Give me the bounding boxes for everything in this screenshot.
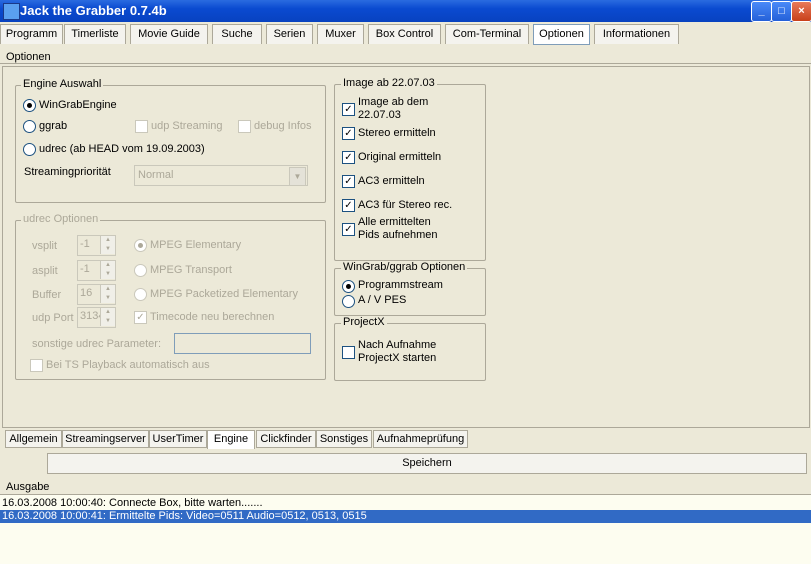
projectx-label: Nach Aufnahme ProjectX starten — [358, 339, 436, 365]
tab-programm[interactable]: Programm — [0, 24, 63, 44]
ts-playback-checkbox[interactable] — [30, 359, 43, 372]
programmstream-label: Programmstream — [358, 279, 443, 291]
asplit-spinner[interactable]: -1 ▲ ▼ — [77, 260, 116, 281]
projectx-checkbox[interactable] — [342, 346, 355, 359]
window-title: Jack the Grabber 0.7.4b — [20, 3, 167, 18]
projectx-group-title: ProjectX — [341, 316, 387, 328]
tab-box-control[interactable]: Box Control — [368, 24, 441, 44]
udrec-label: udrec (ab HEAD vom 19.09.2003) — [39, 143, 205, 155]
save-button[interactable]: Speichern — [47, 453, 807, 474]
image-label: Image ab dem 22.07.03 — [358, 96, 428, 122]
wingrab-radio[interactable] — [23, 99, 36, 112]
image-label-line2: 22.07.03 — [358, 109, 401, 121]
ggrab-radio[interactable] — [23, 120, 36, 133]
tab-muxer[interactable]: Muxer — [317, 24, 364, 44]
asplit-value: -1 — [80, 263, 90, 275]
app-icon[interactable] — [3, 3, 20, 20]
engine-group-title: Engine Auswahl — [21, 78, 104, 90]
vsplit-value: -1 — [80, 238, 90, 250]
ggrab-label: ggrab — [39, 120, 68, 132]
ac3-checkbox[interactable]: ✓ — [342, 175, 355, 188]
chevron-down-icon[interactable]: ▼ — [289, 167, 306, 186]
tab-usertimer[interactable]: UserTimer — [149, 430, 207, 448]
udrec-radio[interactable] — [23, 143, 36, 156]
all-pids-label: Alle ermittelten Pids aufnehmen — [358, 216, 438, 242]
other-params-label: sonstige udrec Parameter: — [32, 338, 162, 350]
timecode-checkbox[interactable]: ✓ — [134, 311, 147, 324]
all-pids-label-line2: Pids aufnehmen — [358, 229, 438, 241]
image-checkbox[interactable]: ✓ — [342, 103, 355, 116]
vsplit-spinner[interactable]: -1 ▲ ▼ — [77, 235, 116, 256]
mpeg-packetized-label: MPEG Packetized Elementary — [150, 288, 298, 300]
tab-serien[interactable]: Serien — [266, 24, 313, 44]
maximize-button[interactable]: □ — [771, 1, 792, 22]
ac3-stereo-label: AC3 für Stereo rec. — [358, 199, 453, 211]
mpeg-transport-label: MPEG Transport — [150, 264, 232, 276]
projectx-label-line1: Nach Aufnahme — [358, 339, 437, 351]
tab-engine[interactable]: Engine — [207, 430, 255, 449]
wingrab-group-title: WinGrab/ggrab Optionen — [341, 261, 468, 273]
buffer-spinner[interactable]: 16 ▲ ▼ — [77, 284, 116, 305]
mpeg-elementary-radio[interactable] — [134, 239, 147, 252]
log-row[interactable]: 16.03.2008 10:00:41: Ermittelte Pids: Vi… — [0, 510, 811, 523]
projectx-label-line2: ProjectX starten — [358, 352, 437, 364]
udrec-group-title: udrec Optionen — [21, 213, 101, 225]
avpes-radio[interactable] — [342, 295, 355, 308]
buffer-label: Buffer — [32, 289, 62, 301]
tab-allgemein[interactable]: Allgemein — [5, 430, 62, 448]
tab-com-terminal[interactable]: Com-Terminal — [445, 24, 529, 44]
all-pids-label-line1: Alle ermittelten — [358, 216, 431, 228]
tab-movie-guide[interactable]: Movie Guide — [130, 24, 208, 44]
tab-aufnahmepruefung[interactable]: Aufnahmeprüfung — [373, 430, 468, 448]
all-pids-checkbox[interactable]: ✓ — [342, 223, 355, 236]
other-params-input[interactable] — [174, 333, 311, 354]
tab-suche[interactable]: Suche — [212, 24, 262, 44]
close-button[interactable]: × — [791, 1, 811, 22]
tab-optionen[interactable]: Optionen — [533, 24, 590, 45]
debug-infos-checkbox[interactable] — [238, 120, 251, 133]
log-row[interactable]: 16.03.2008 10:00:40: Connecte Box, bitte… — [0, 497, 811, 510]
original-checkbox[interactable]: ✓ — [342, 151, 355, 164]
image-label-line1: Image ab dem — [358, 96, 429, 108]
tab-clickfinder[interactable]: Clickfinder — [256, 430, 316, 448]
udp-streaming-label: udp Streaming — [151, 120, 223, 132]
buffer-value: 16 — [80, 287, 93, 299]
ac3-stereo-checkbox[interactable]: ✓ — [342, 199, 355, 212]
udp-port-spinner[interactable]: 31341 ▲ ▼ — [77, 307, 116, 328]
timecode-label: Timecode neu berechnen — [150, 311, 275, 323]
priority-select[interactable]: Normal ▼ — [134, 165, 308, 186]
tab-timerliste[interactable]: Timerliste — [64, 24, 126, 44]
mpeg-elementary-label: MPEG Elementary — [150, 239, 242, 251]
ts-playback-label: Bei TS Playback automatisch aus — [46, 359, 210, 371]
divider — [0, 63, 811, 64]
avpes-label: A / V PES — [358, 294, 407, 306]
programmstream-radio[interactable] — [342, 280, 355, 293]
stereo-label: Stereo ermitteln — [358, 127, 436, 139]
image-group-title: Image ab 22.07.03 — [341, 77, 437, 89]
udp-streaming-checkbox[interactable] — [135, 120, 148, 133]
ac3-label: AC3 ermitteln — [358, 175, 425, 187]
minimize-button[interactable]: _ — [751, 1, 772, 22]
vsplit-label: vsplit — [32, 240, 58, 252]
wingrab-group — [334, 268, 486, 316]
original-label: Original ermitteln — [358, 151, 442, 163]
mpeg-packetized-radio[interactable] — [134, 288, 147, 301]
mpeg-transport-radio[interactable] — [134, 264, 147, 277]
tab-informationen[interactable]: Informationen — [594, 24, 679, 44]
wingrab-label: WinGrabEngine — [39, 99, 117, 111]
output-label: Ausgabe — [6, 481, 50, 493]
asplit-label: asplit — [32, 265, 58, 277]
section-title: Optionen — [6, 51, 51, 63]
tab-sonstiges[interactable]: Sonstiges — [316, 430, 372, 448]
priority-value: Normal — [138, 169, 174, 181]
tab-streamingserver[interactable]: Streamingserver — [62, 430, 149, 448]
stereo-checkbox[interactable]: ✓ — [342, 127, 355, 140]
udp-port-label: udp Port — [32, 312, 74, 324]
debug-infos-label: debug Infos — [254, 120, 312, 132]
priority-label: Streamingpriorität — [24, 166, 111, 178]
